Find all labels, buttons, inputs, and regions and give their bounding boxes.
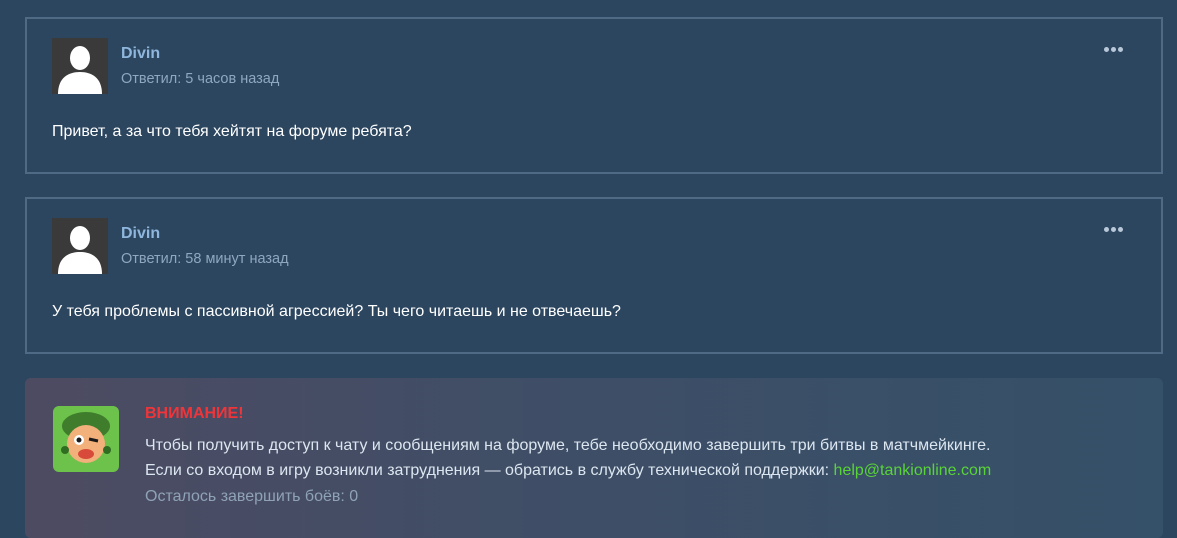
more-options-icon[interactable] bbox=[1104, 227, 1123, 232]
user-silhouette-icon bbox=[52, 38, 108, 94]
notice-support-line: Если со входом в игру возникли затруднен… bbox=[145, 462, 991, 480]
post-timestamp: Ответил: 58 минут назад bbox=[121, 251, 289, 267]
menu-dot bbox=[1104, 227, 1109, 232]
notice-title: ВНИМАНИЕ! bbox=[145, 405, 244, 422]
menu-dot bbox=[1111, 227, 1116, 232]
post-text: Привет, а за что тебя хейтят на форуме р… bbox=[52, 123, 412, 140]
post-author[interactable]: Divin bbox=[121, 225, 160, 243]
menu-dot bbox=[1104, 47, 1109, 52]
avatar[interactable] bbox=[52, 38, 108, 94]
post-timestamp: Ответил: 5 часов назад bbox=[121, 71, 280, 87]
menu-dot bbox=[1111, 47, 1116, 52]
avatar[interactable] bbox=[52, 218, 108, 274]
notice-message: Чтобы получить доступ к чату и сообщения… bbox=[145, 437, 991, 454]
forum-post: Divin Ответил: 5 часов назад Привет, а з… bbox=[25, 17, 1163, 174]
menu-dot bbox=[1118, 227, 1123, 232]
remaining-battles: Осталось завершить боёв: 0 bbox=[145, 488, 359, 505]
support-email-link[interactable]: help@tankionline.com bbox=[834, 462, 992, 479]
menu-dot bbox=[1118, 47, 1123, 52]
post-text: У тебя проблемы с пассивной агрессией? Т… bbox=[52, 303, 621, 320]
warning-notice: ВНИМАНИЕ! Чтобы получить доступ к чату и… bbox=[25, 378, 1163, 538]
more-options-icon[interactable] bbox=[1104, 47, 1123, 52]
notice-support-text: Если со входом в игру возникли затруднен… bbox=[145, 462, 834, 479]
forum-post: Divin Ответил: 58 минут назад У тебя про… bbox=[25, 197, 1163, 354]
post-author[interactable]: Divin bbox=[121, 45, 160, 63]
user-silhouette-icon bbox=[52, 218, 108, 274]
mascot-icon bbox=[53, 406, 119, 472]
